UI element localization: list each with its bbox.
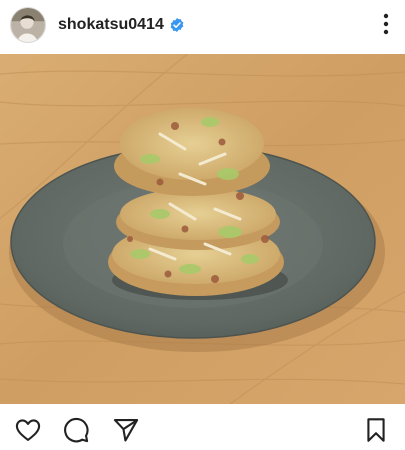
like-button[interactable] bbox=[14, 416, 42, 444]
post-actions bbox=[0, 404, 405, 450]
post-photo[interactable] bbox=[0, 43, 405, 405]
more-options-icon[interactable] bbox=[381, 12, 391, 36]
save-button[interactable] bbox=[362, 416, 390, 444]
comment-icon bbox=[64, 417, 89, 443]
heart-icon bbox=[15, 419, 41, 441]
share-button[interactable] bbox=[112, 416, 140, 444]
post-header: shokatsu0414 bbox=[0, 0, 405, 50]
paper-plane-icon bbox=[113, 419, 139, 442]
comment-button[interactable] bbox=[62, 416, 90, 444]
verified-badge-icon bbox=[170, 18, 184, 32]
profile-avatar[interactable] bbox=[10, 7, 46, 43]
username[interactable]: shokatsu0414 bbox=[58, 16, 164, 34]
bookmark-icon bbox=[367, 418, 385, 442]
